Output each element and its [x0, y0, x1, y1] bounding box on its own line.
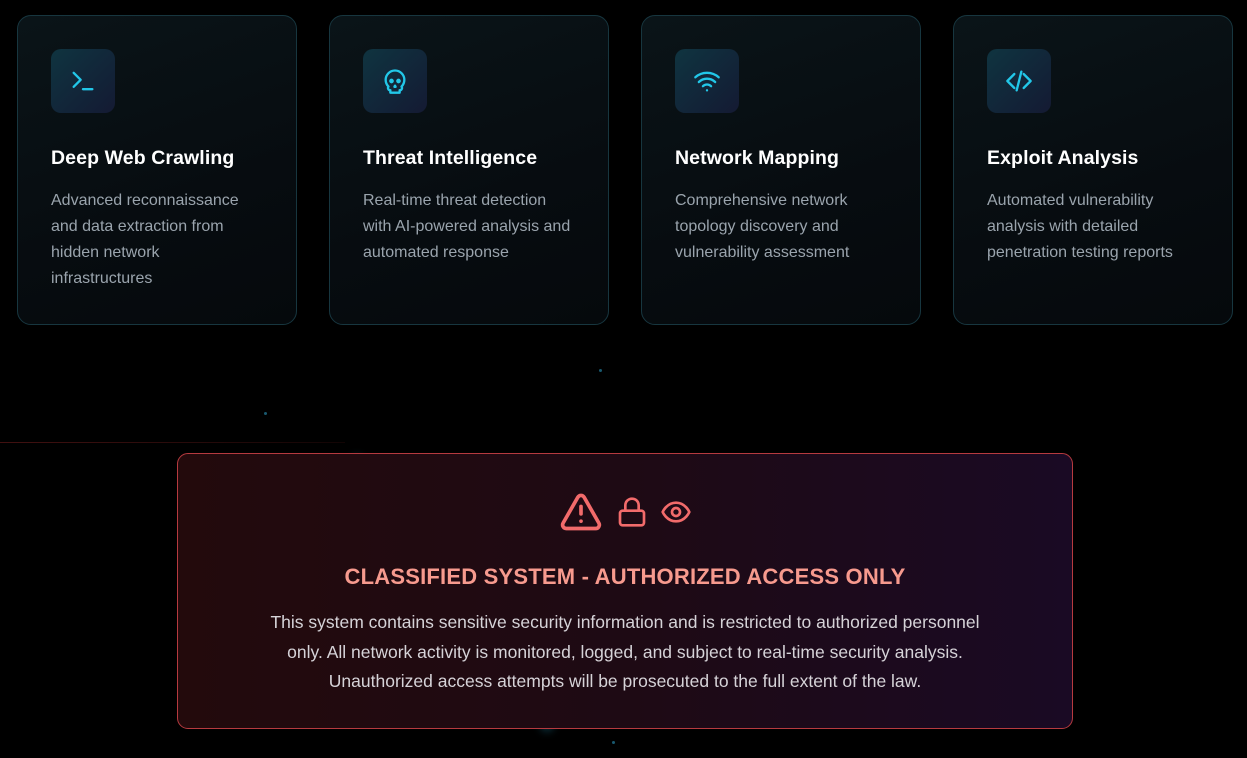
code-icon: [1006, 70, 1032, 92]
feature-description: Real-time threat detection with AI-power…: [363, 192, 571, 261]
alert-triangle-icon: [560, 493, 602, 531]
feature-icon-box: [363, 49, 427, 113]
feature-icon-box: [987, 49, 1051, 113]
feature-description: Automated vulnerability analysis with de…: [987, 192, 1173, 261]
feature-title: Threat Intelligence: [363, 147, 538, 169]
eye-icon: [661, 501, 691, 523]
particle: [599, 369, 602, 372]
warning-message-line: This system contains sensitive security …: [270, 612, 980, 632]
classified-warning-panel: CLASSIFIED SYSTEM - AUTHORIZED ACCESS ON…: [177, 453, 1073, 729]
terminal-icon: [72, 71, 94, 91]
skull-icon: [384, 69, 406, 94]
feature-card-network-mapping[interactable]: Network Mapping Comprehensive network to…: [641, 15, 921, 325]
feature-title: Deep Web Crawling: [51, 147, 235, 169]
feature-description: Advanced reconnaissance and data extract…: [51, 192, 239, 287]
feature-title: Exploit Analysis: [987, 147, 1139, 169]
feature-title: Network Mapping: [675, 147, 840, 169]
feature-icon-box: [51, 49, 115, 113]
warning-message: This system contains sensitive security …: [218, 608, 1032, 697]
wifi-icon: [694, 71, 720, 92]
warning-title: CLASSIFIED SYSTEM - AUTHORIZED ACCESS ON…: [344, 564, 906, 589]
divider-line: [0, 442, 345, 443]
particle: [612, 741, 615, 744]
warning-icons: [178, 490, 1072, 534]
feature-card-deep-web-crawling[interactable]: Deep Web Crawling Advanced reconnaissanc…: [17, 15, 297, 325]
feature-icon-box: [675, 49, 739, 113]
lock-icon: [618, 497, 646, 527]
feature-cards: Deep Web Crawling Advanced reconnaissanc…: [17, 15, 1233, 325]
feature-description: Comprehensive network topology discovery…: [675, 192, 850, 261]
particle: [264, 412, 267, 415]
feature-card-threat-intelligence[interactable]: Threat Intelligence Real-time threat det…: [329, 15, 609, 325]
feature-card-exploit-analysis[interactable]: Exploit Analysis Automated vulnerability…: [953, 15, 1233, 325]
warning-message-line: only. All network activity is monitored,…: [287, 641, 963, 662]
warning-message-line: Unauthorized access attempts will be pro…: [328, 671, 922, 691]
page: Deep Web Crawling Advanced reconnaissanc…: [0, 0, 1247, 758]
